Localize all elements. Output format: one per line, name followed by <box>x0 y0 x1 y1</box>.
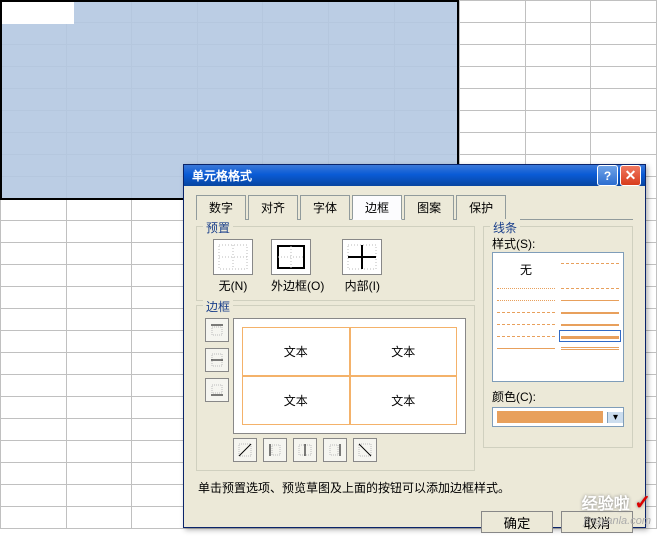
line-style-13[interactable] <box>561 344 619 352</box>
tab-strip: 数字 对齐 字体 边框 图案 保护 <box>196 194 633 220</box>
titlebar[interactable]: 单元格格式 ? ✕ <box>184 165 645 186</box>
line-style-7[interactable] <box>561 259 619 267</box>
tab-protection[interactable]: 保护 <box>456 195 506 220</box>
close-button[interactable]: ✕ <box>620 165 641 186</box>
line-group-title: 线条 <box>490 219 520 236</box>
line-style-4[interactable] <box>497 320 555 328</box>
tab-number[interactable]: 数字 <box>196 195 246 220</box>
ok-button[interactable]: 确定 <box>481 511 553 533</box>
line-style-11[interactable] <box>561 320 619 328</box>
preview-cell-tr: 文本 <box>350 327 458 376</box>
border-group-title: 边框 <box>203 298 233 315</box>
active-cell <box>2 2 74 24</box>
tab-border[interactable]: 边框 <box>352 195 402 220</box>
line-style-9[interactable] <box>561 296 619 304</box>
border-hmiddle-button[interactable] <box>205 348 229 372</box>
preset-none-label: 无(N) <box>213 277 253 294</box>
line-style-1[interactable] <box>497 284 555 292</box>
line-style-10[interactable] <box>561 308 619 316</box>
watermark: 经验啦 ✓ jingyanla.com <box>582 490 651 527</box>
border-diag-up-button[interactable] <box>233 438 257 462</box>
preset-group-title: 预置 <box>203 219 233 236</box>
preset-outline[interactable]: 外边框(O) <box>271 239 324 294</box>
border-left-button[interactable] <box>263 438 287 462</box>
preset-group: 预置 无(N) 外边框(O) <box>196 226 475 301</box>
color-swatch-fill <box>497 411 603 423</box>
preset-inside-label: 内部(I) <box>342 277 382 294</box>
style-label: 样式(S): <box>492 235 624 252</box>
color-label: 颜色(C): <box>492 388 624 405</box>
check-icon: ✓ <box>634 492 651 514</box>
chevron-down-icon: ▾ <box>607 412 623 423</box>
line-style-3[interactable] <box>497 308 555 316</box>
preset-outline-label: 外边框(O) <box>271 277 324 294</box>
preset-none-icon <box>213 239 253 275</box>
border-top-button[interactable] <box>205 318 229 342</box>
hint-text: 单击预置选项、预览草图及上面的按钮可以添加边框样式。 <box>196 475 633 505</box>
preset-none[interactable]: 无(N) <box>213 239 253 294</box>
line-style-12[interactable] <box>561 332 619 340</box>
dialog-body: 数字 对齐 字体 边框 图案 保护 预置 无(N) <box>184 186 645 511</box>
preview-cell-bl: 文本 <box>242 376 350 425</box>
preset-inside[interactable]: 内部(I) <box>342 239 382 294</box>
line-style-8[interactable] <box>561 284 619 292</box>
line-style-list[interactable]: 无 <box>492 252 624 382</box>
border-group: 边框 文本 文本 文本 文本 <box>196 305 475 471</box>
help-button[interactable]: ? <box>597 165 618 186</box>
tab-alignment[interactable]: 对齐 <box>248 195 298 220</box>
tab-font[interactable]: 字体 <box>300 195 350 220</box>
border-right-button[interactable] <box>323 438 347 462</box>
border-preview[interactable]: 文本 文本 文本 文本 <box>233 318 466 434</box>
tab-pattern[interactable]: 图案 <box>404 195 454 220</box>
dialog-title: 单元格格式 <box>192 167 595 184</box>
line-group: 线条 样式(S): 无 <box>483 226 633 448</box>
watermark-url: jingyanla.com <box>582 515 651 527</box>
border-vmiddle-button[interactable] <box>293 438 317 462</box>
line-style-none[interactable]: 无 <box>497 259 555 280</box>
preview-cell-br: 文本 <box>350 376 458 425</box>
dialog-buttons: 确定 取消 <box>184 511 645 537</box>
border-bottom-button[interactable] <box>205 378 229 402</box>
format-cells-dialog: 单元格格式 ? ✕ 数字 对齐 字体 边框 图案 保护 预置 <box>183 164 646 528</box>
preset-inside-icon <box>342 239 382 275</box>
preview-cell-tl: 文本 <box>242 327 350 376</box>
watermark-text: 经验啦 <box>582 496 630 513</box>
line-style-6[interactable] <box>497 344 555 352</box>
line-style-2[interactable] <box>497 296 555 304</box>
line-style-5[interactable] <box>497 332 555 340</box>
border-diag-down-button[interactable] <box>353 438 377 462</box>
preset-outline-icon <box>271 239 311 275</box>
color-dropdown[interactable]: ▾ <box>492 407 624 427</box>
